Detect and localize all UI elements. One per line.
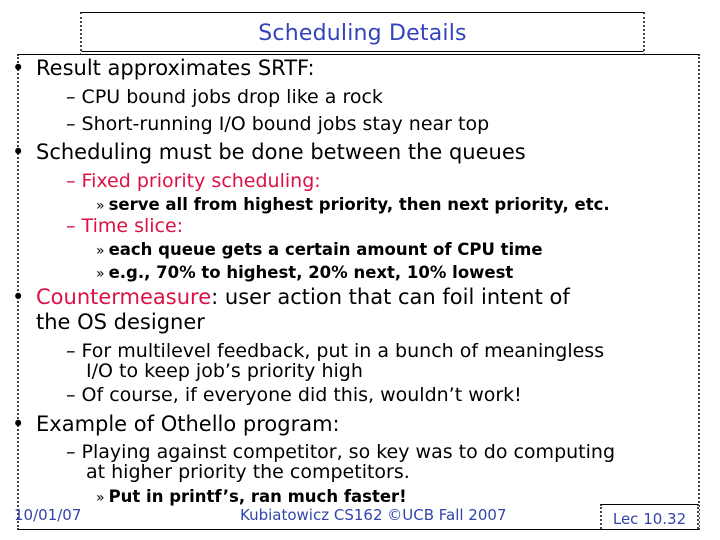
title-box: Scheduling Details: [80, 12, 645, 55]
bullet-3-continuation: the OS designer: [36, 310, 205, 334]
footer-credit: Kubiatowicz CS162 ©UCB Fall 2007: [240, 506, 507, 524]
sub-sub-bullet: » Put in printf’s, ran much faster!: [96, 487, 407, 506]
sub-bullet-continuation: I/O to keep job’s priority high: [86, 360, 363, 382]
raquo-icon: »: [96, 266, 105, 282]
sub-bullet-text: CPU bound jobs drop like a rock: [81, 86, 383, 108]
bullet-text: Scheduling must be done between the queu…: [36, 140, 526, 164]
sub-bullet-text: Of course, if everyone did this, wouldn’…: [81, 384, 522, 406]
sub-bullet-text: Time slice:: [81, 215, 184, 237]
raquo-icon: »: [96, 243, 105, 259]
bullet-2: • Scheduling must be done between the qu…: [12, 140, 526, 164]
bullet-icon: •: [12, 56, 25, 80]
bullet-icon: •: [12, 285, 25, 309]
dash-icon: –: [66, 384, 76, 406]
bullet-4: • Example of Othello program:: [12, 412, 340, 436]
sub-sub-bullet-text: serve all from highest priority, then ne…: [108, 195, 610, 214]
dash-icon: –: [66, 113, 76, 135]
bullet-1: • Result approximates SRTF:: [12, 56, 315, 80]
sub-bullet-text: For multilevel feedback, put in a bunch …: [81, 340, 605, 362]
footer-date: 10/01/07: [14, 506, 82, 524]
bullet-text: : user action that can foil intent of: [211, 285, 570, 309]
highlight-term: Countermeasure: [36, 285, 212, 309]
lecture-number: Lec 10.32: [612, 510, 687, 528]
sub-bullet-text: at higher priority the competitors.: [86, 461, 410, 483]
dash-icon: –: [66, 441, 76, 463]
sub-bullet-text: I/O to keep job’s priority high: [86, 360, 363, 382]
lecture-number-box: Lec 10.32: [600, 504, 699, 529]
sub-bullet: – Time slice:: [66, 215, 183, 237]
sub-sub-bullet: » serve all from highest priority, then n…: [96, 195, 610, 214]
bullet-text: Result approximates SRTF:: [36, 56, 315, 80]
sub-sub-bullet-text: Put in printf’s, ran much faster!: [108, 487, 407, 506]
dash-icon: –: [66, 215, 76, 237]
sub-bullet: – For multilevel feedback, put in a bunc…: [66, 340, 604, 362]
sub-sub-bullet-text: e.g., 70% to highest, 20% next, 10% lowe…: [108, 263, 514, 282]
raquo-icon: »: [96, 198, 105, 214]
dash-icon: –: [66, 86, 76, 108]
sub-bullet: – CPU bound jobs drop like a rock: [66, 86, 383, 108]
sub-bullet: – Short-running I/O bound jobs stay near…: [66, 113, 489, 135]
dash-icon: –: [66, 170, 76, 192]
sub-sub-bullet: » each queue gets a certain amount of CPU…: [96, 240, 543, 259]
sub-bullet: – Fixed priority scheduling:: [66, 170, 321, 192]
sub-sub-bullet-text: each queue gets a certain amount of CPU …: [108, 240, 543, 259]
sub-bullet-text: Playing against competitor, so key was t…: [81, 441, 616, 463]
slide-title: Scheduling Details: [258, 21, 467, 46]
sub-bullet-text: Short-running I/O bound jobs stay near t…: [81, 113, 490, 135]
sub-bullet-text: Fixed priority scheduling:: [81, 170, 321, 192]
dash-icon: –: [66, 340, 76, 362]
sub-sub-bullet: » e.g., 70% to highest, 20% next, 10% low…: [96, 263, 513, 282]
bullet-3: • Countermeasure: user action that can f…: [12, 285, 570, 309]
raquo-icon: »: [96, 490, 105, 506]
sub-bullet-continuation: at higher priority the competitors.: [86, 461, 410, 483]
bullet-icon: •: [12, 140, 25, 164]
bullet-icon: •: [12, 412, 25, 436]
sub-bullet: – Playing against competitor, so key was…: [66, 441, 615, 463]
bullet-text: Example of Othello program:: [36, 412, 340, 436]
bullet-text: the OS designer: [36, 310, 205, 334]
sub-bullet: – Of course, if everyone did this, would…: [66, 384, 522, 406]
